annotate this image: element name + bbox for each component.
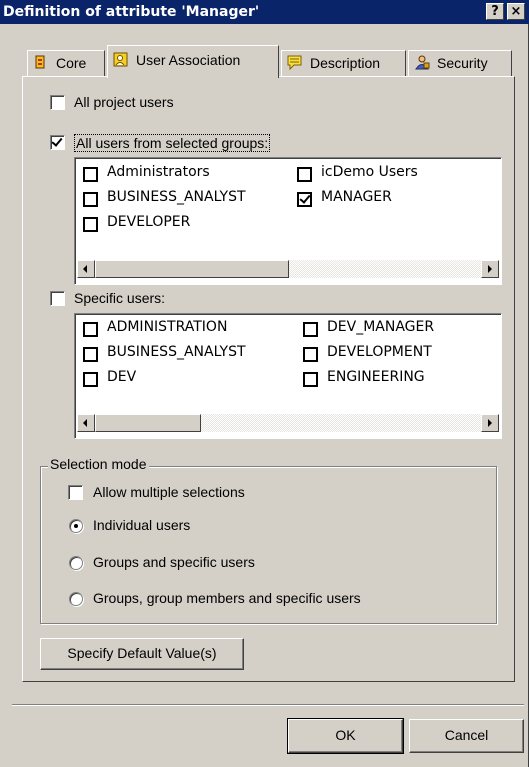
specify-default-values-button[interactable]: Specify Default Value(s) [40,638,244,670]
user-checkbox[interactable] [83,347,98,362]
user-label: DEV [107,369,137,385]
scroll-left-button[interactable] [77,260,95,278]
tab-security[interactable]: Security [408,50,512,76]
user-label: DEVELOPMENT [327,344,432,360]
group-checkbox[interactable] [83,217,98,232]
scroll-thumb[interactable] [95,260,289,278]
window-title: Definition of attribute 'Manager' [3,4,260,20]
arrow-right-icon [488,419,492,427]
all-users-from-groups-checkbox[interactable] [50,135,65,150]
radio-groups-members-specific-label: Groups, group members and specific users [93,590,361,606]
arrow-left-icon [83,419,87,427]
specific-users-checkbox[interactable] [50,291,65,306]
tab-description[interactable]: Description [281,50,406,76]
users-horizontal-scrollbar[interactable] [77,414,499,432]
group-label: BUSINESS_ANALYST [107,189,246,205]
scroll-right-button[interactable] [481,260,499,278]
dialog-window: Definition of attribute 'Manager' ? × Co… [0,0,529,767]
specific-users-label: Specific users: [74,290,166,306]
group-checkbox[interactable] [297,192,312,207]
footer-divider [12,704,524,706]
user-checkbox[interactable] [303,347,318,362]
radio-individual-users-label: Individual users [93,517,191,533]
title-bar[interactable]: Definition of attribute 'Manager' ? × [0,0,529,24]
close-button[interactable]: × [507,3,525,20]
user-checkbox[interactable] [83,322,98,337]
radio-individual-users[interactable] [69,519,83,533]
group-checkbox[interactable] [83,167,98,182]
user-checkbox[interactable] [303,372,318,387]
description-icon [286,54,304,71]
arrow-right-icon [488,265,492,273]
cancel-button[interactable]: Cancel [409,719,524,753]
scroll-left-button[interactable] [77,414,95,432]
group-checkbox[interactable] [83,192,98,207]
all-users-from-groups-label: All users from selected groups: [74,134,271,152]
user-label: BUSINESS_ANALYST [107,344,246,360]
user-label: DEV_MANAGER [327,319,435,335]
scroll-thumb[interactable] [95,414,201,432]
tab-core-label: Core [56,55,87,71]
groups-listbox[interactable]: Administrators icDemo Users BUSINESS_ANA… [74,157,502,285]
group-label: Administrators [107,164,210,180]
radio-groups-specific-users[interactable] [69,556,83,570]
help-button[interactable]: ? [486,3,504,20]
ok-button[interactable]: OK [287,718,404,754]
tab-description-label: Description [310,55,381,71]
group-label: MANAGER [321,189,392,205]
radio-groups-specific-users-label: Groups and specific users [93,554,255,570]
allow-multiple-checkbox[interactable] [68,485,83,500]
user-checkbox[interactable] [303,322,318,337]
radio-groups-members-specific[interactable] [69,592,83,606]
group-label: DEVELOPER [107,214,191,230]
user-label: ENGINEERING [327,369,425,385]
arrow-left-icon [83,265,87,273]
user-checkbox[interactable] [83,372,98,387]
tab-user-association[interactable]: User Association [107,45,279,78]
user-label: ADMINISTRATION [107,319,228,335]
tab-core[interactable]: Core [27,50,105,76]
allow-multiple-label: Allow multiple selections [93,484,245,500]
core-icon [32,54,50,71]
tab-user-association-label: User Association [136,52,241,68]
user-association-icon [112,51,130,68]
security-icon [413,54,431,71]
group-label: icDemo Users [321,164,418,180]
groups-horizontal-scrollbar[interactable] [77,260,499,278]
group-checkbox[interactable] [297,167,312,182]
users-listbox[interactable]: ADMINISTRATION DEV_MANAGER BUSINESS_ANAL… [74,313,502,439]
tab-security-label: Security [437,55,488,71]
all-project-users-label: All project users [74,94,174,110]
selection-mode-title: Selection mode [48,456,149,472]
scroll-right-button[interactable] [481,414,499,432]
all-project-users-checkbox[interactable] [50,95,65,110]
